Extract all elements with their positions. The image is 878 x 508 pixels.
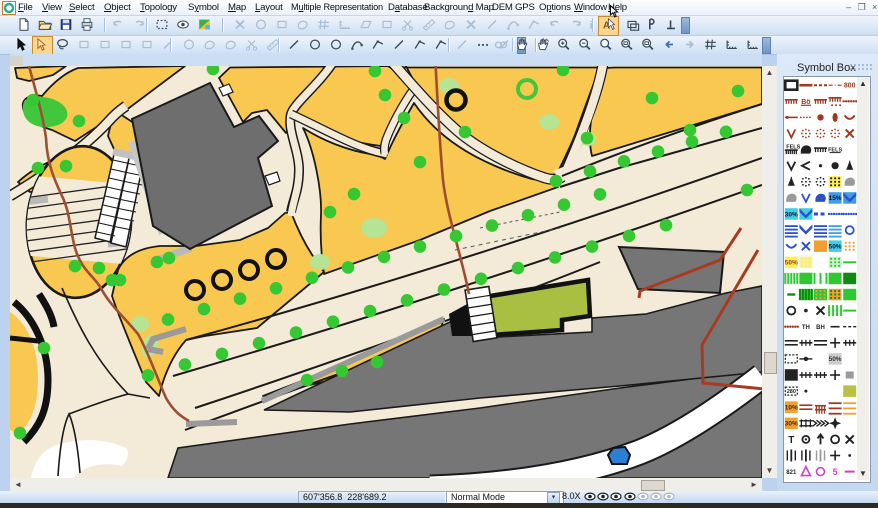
svg-text:30%: 30% (785, 211, 798, 218)
svg-text:50%: 50% (785, 260, 798, 267)
svg-text:800: 800 (844, 83, 856, 90)
svg-text:TH: TH (802, 325, 810, 331)
svg-text:50%: 50% (829, 356, 842, 363)
svg-text:10%: 10% (785, 405, 798, 412)
svg-text:821: 821 (786, 470, 797, 476)
svg-text:T: T (788, 435, 794, 446)
svg-text:50%: 50% (829, 244, 842, 251)
svg-text:30%: 30% (785, 421, 798, 428)
svg-text:280: 280 (787, 389, 796, 395)
svg-text:15%: 15% (829, 195, 842, 202)
svg-text:5: 5 (833, 467, 838, 477)
svg-text:BH: BH (816, 325, 825, 331)
svg-text:FELS: FELS (786, 145, 800, 151)
